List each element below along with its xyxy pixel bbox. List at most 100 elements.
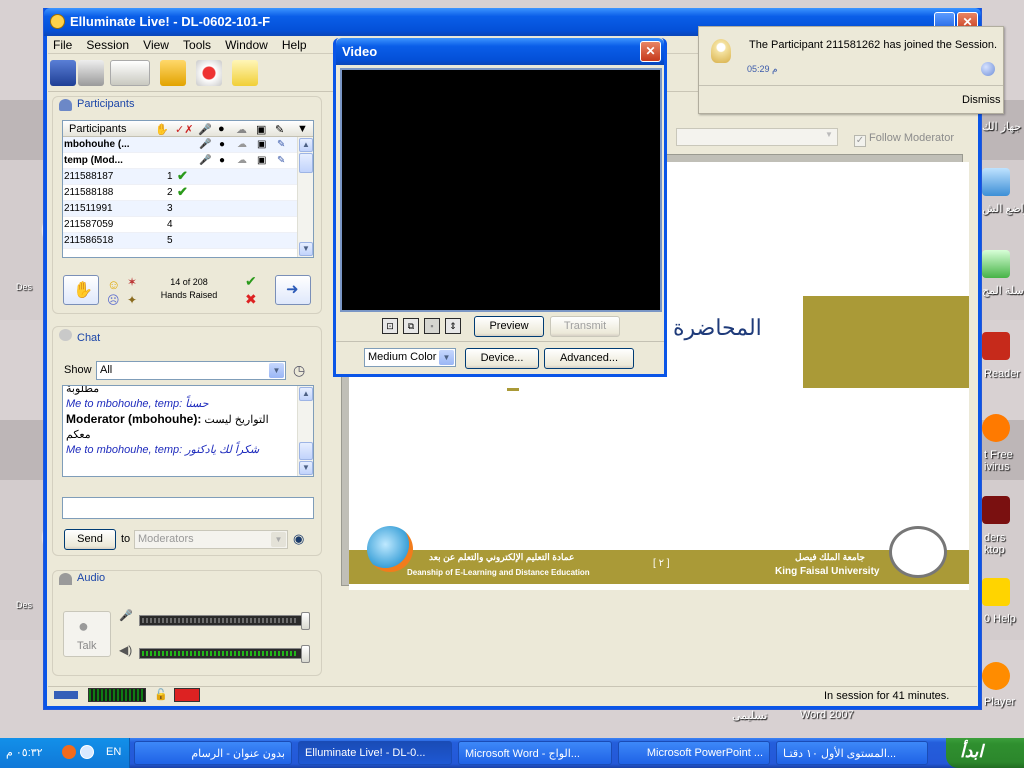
- send-button[interactable]: Send: [64, 529, 116, 550]
- device-button[interactable]: Device...: [465, 348, 539, 369]
- adobe-reader-icon[interactable]: [982, 332, 1010, 360]
- desktop-icon-label[interactable]: t Free ivirus: [984, 449, 1024, 473]
- save-icon[interactable]: [50, 60, 76, 86]
- taskbar-elluminate[interactable]: Elluminate Live! - DL-0...: [298, 741, 452, 765]
- clock[interactable]: ٠٥:٣٢ م: [6, 746, 43, 759]
- column-participants[interactable]: Participants: [69, 123, 126, 135]
- taskbar-paint[interactable]: بدون عنوان - الرسام: [134, 741, 292, 765]
- desktop-icon-label[interactable]: Word 2007: [800, 709, 854, 721]
- tray-firefox-icon[interactable]: [62, 745, 76, 759]
- app-share-icon[interactable]: ▣: [257, 139, 266, 150]
- talk-button[interactable]: ● Talk: [63, 611, 111, 657]
- load-content-icon[interactable]: [160, 60, 186, 86]
- scroll-up-icon[interactable]: ▲: [299, 387, 313, 401]
- checkbox-checked-icon[interactable]: ✓: [854, 135, 866, 147]
- recipient-select[interactable]: Moderators ▼: [134, 530, 288, 549]
- microphone-column-icon[interactable]: 🎤: [198, 123, 212, 136]
- scroll-down-icon[interactable]: ▼: [299, 461, 313, 475]
- participant-row[interactable]: 211586518 5: [63, 233, 313, 249]
- desktop-icon-label[interactable]: مواضع الش: [982, 202, 1024, 215]
- taskbar-word[interactable]: Microsoft Word - الواج...: [458, 741, 612, 765]
- lock-icon[interactable]: 🔓: [154, 688, 168, 701]
- preview-button[interactable]: Preview: [474, 316, 544, 337]
- microphone-volume-slider[interactable]: [139, 612, 310, 630]
- tray-arrow-icon[interactable]: [80, 745, 94, 759]
- leave-session-icon[interactable]: [196, 60, 222, 86]
- snapshot-icon[interactable]: ▪: [424, 318, 440, 334]
- applause-icon[interactable]: ✶: [127, 275, 137, 289]
- webcam-column-icon[interactable]: ●: [218, 123, 225, 135]
- menu-tools[interactable]: Tools: [178, 36, 217, 52]
- confused-emoticon-icon[interactable]: ☹: [107, 293, 120, 307]
- chat-scrollbar[interactable]: ▲ ▼: [297, 386, 313, 476]
- antivirus-icon[interactable]: [982, 414, 1010, 442]
- desktop-icon-label[interactable]: 0 Help: [984, 613, 1016, 625]
- start-button[interactable]: ابدأ: [946, 738, 1024, 768]
- whiteboard-column-icon[interactable]: ✎: [275, 123, 284, 136]
- column-menu-chevron-icon[interactable]: ▼: [297, 123, 308, 135]
- chevron-down-icon[interactable]: ▼: [271, 532, 286, 547]
- yes-vote-icon[interactable]: ✔: [245, 273, 257, 290]
- layout-dropdown-icon[interactable]: [110, 60, 150, 86]
- menu-help[interactable]: Help: [277, 36, 313, 52]
- chevron-down-icon[interactable]: ▼: [269, 363, 284, 378]
- approve-column-icon[interactable]: ✓✗: [175, 123, 193, 136]
- desktop-icon-label[interactable]: تسلیمی: [732, 709, 767, 722]
- whiteboard-icon[interactable]: ✎: [277, 139, 285, 150]
- media-player-icon[interactable]: [982, 662, 1010, 690]
- show-filter-select[interactable]: All ▼: [96, 361, 286, 380]
- chat-icon[interactable]: ☁: [237, 139, 247, 150]
- dismiss-link[interactable]: Dismiss: [962, 94, 1001, 106]
- chat-log[interactable]: مطلوبة Me to mbohouhe, temp: حسناً Moder…: [62, 385, 314, 477]
- participant-row[interactable]: 211588188 2 ✔: [63, 184, 313, 201]
- chevron-down-icon[interactable]: ▼: [439, 350, 454, 365]
- desktop-icon-label[interactable]: ders ktop: [984, 532, 1024, 556]
- raise-hand-column-icon[interactable]: ✋: [155, 123, 169, 136]
- smile-emoticon-icon[interactable]: ☺: [107, 277, 120, 292]
- scroll-up-icon[interactable]: ▲: [299, 138, 313, 152]
- laugh-icon[interactable]: ✦: [127, 293, 137, 307]
- print-icon[interactable]: [78, 60, 104, 86]
- scroll-thumb[interactable]: [299, 442, 313, 460]
- microphone-icon[interactable]: 🎤: [199, 155, 211, 166]
- approved-check-icon[interactable]: ✔: [177, 168, 188, 184]
- app-share-icon[interactable]: ▣: [257, 155, 266, 166]
- fullscreen-icon[interactable]: ⊡: [382, 318, 398, 334]
- chat-icon[interactable]: ☁: [237, 155, 247, 166]
- collapse-icon[interactable]: ⇕: [445, 318, 461, 334]
- menu-view[interactable]: View: [138, 36, 175, 52]
- speaker-volume-slider[interactable]: [139, 645, 310, 663]
- participant-row[interactable]: 211511991 3: [63, 201, 313, 217]
- video-close-button[interactable]: ✕: [640, 41, 661, 62]
- menu-window[interactable]: Window: [220, 36, 274, 52]
- webcam-icon[interactable]: ●: [219, 139, 225, 150]
- webcam-icon[interactable]: ●: [219, 155, 225, 166]
- taskbar-powerpoint[interactable]: Microsoft PowerPoint ...: [618, 741, 770, 765]
- menu-file[interactable]: File: [48, 36, 78, 52]
- chevron-down-icon[interactable]: ▼: [822, 130, 836, 144]
- app-share-column-icon[interactable]: ▣: [256, 123, 266, 136]
- menu-session[interactable]: Session: [81, 36, 135, 52]
- desktop-icon-label[interactable]: جهاز الك: [982, 120, 1021, 133]
- scroll-down-icon[interactable]: ▼: [299, 242, 313, 256]
- video-quality-select[interactable]: Medium Color ▼: [364, 348, 456, 367]
- video-titlebar[interactable]: Video ✕: [336, 38, 664, 65]
- notes-icon[interactable]: [232, 60, 258, 86]
- chat-column-icon[interactable]: ☁: [236, 123, 247, 136]
- raise-hand-button[interactable]: ✋: [63, 275, 99, 305]
- transmit-button[interactable]: Transmit: [550, 316, 620, 337]
- participant-row[interactable]: temp (Mod... 🎤 ● ☁ ▣ ✎: [63, 153, 313, 169]
- recycle-bin-icon[interactable]: [982, 250, 1010, 278]
- no-vote-icon[interactable]: ✖: [245, 291, 257, 308]
- eye-icon[interactable]: ◉: [293, 531, 304, 547]
- advanced-button[interactable]: Advanced...: [544, 348, 634, 369]
- language-indicator[interactable]: EN: [106, 746, 121, 758]
- whiteboard-icon[interactable]: ✎: [277, 155, 285, 166]
- borders-icon[interactable]: [982, 496, 1010, 524]
- desktop-icon-label[interactable]: Player: [984, 696, 1015, 708]
- desktop-icon-label[interactable]: Reader: [984, 368, 1020, 380]
- microphone-icon[interactable]: 🎤: [199, 139, 211, 150]
- chat-history-clock-icon[interactable]: ◷: [293, 362, 305, 379]
- participant-row[interactable]: 211588187 1 ✔: [63, 168, 313, 185]
- desktop-icon[interactable]: [982, 168, 1010, 196]
